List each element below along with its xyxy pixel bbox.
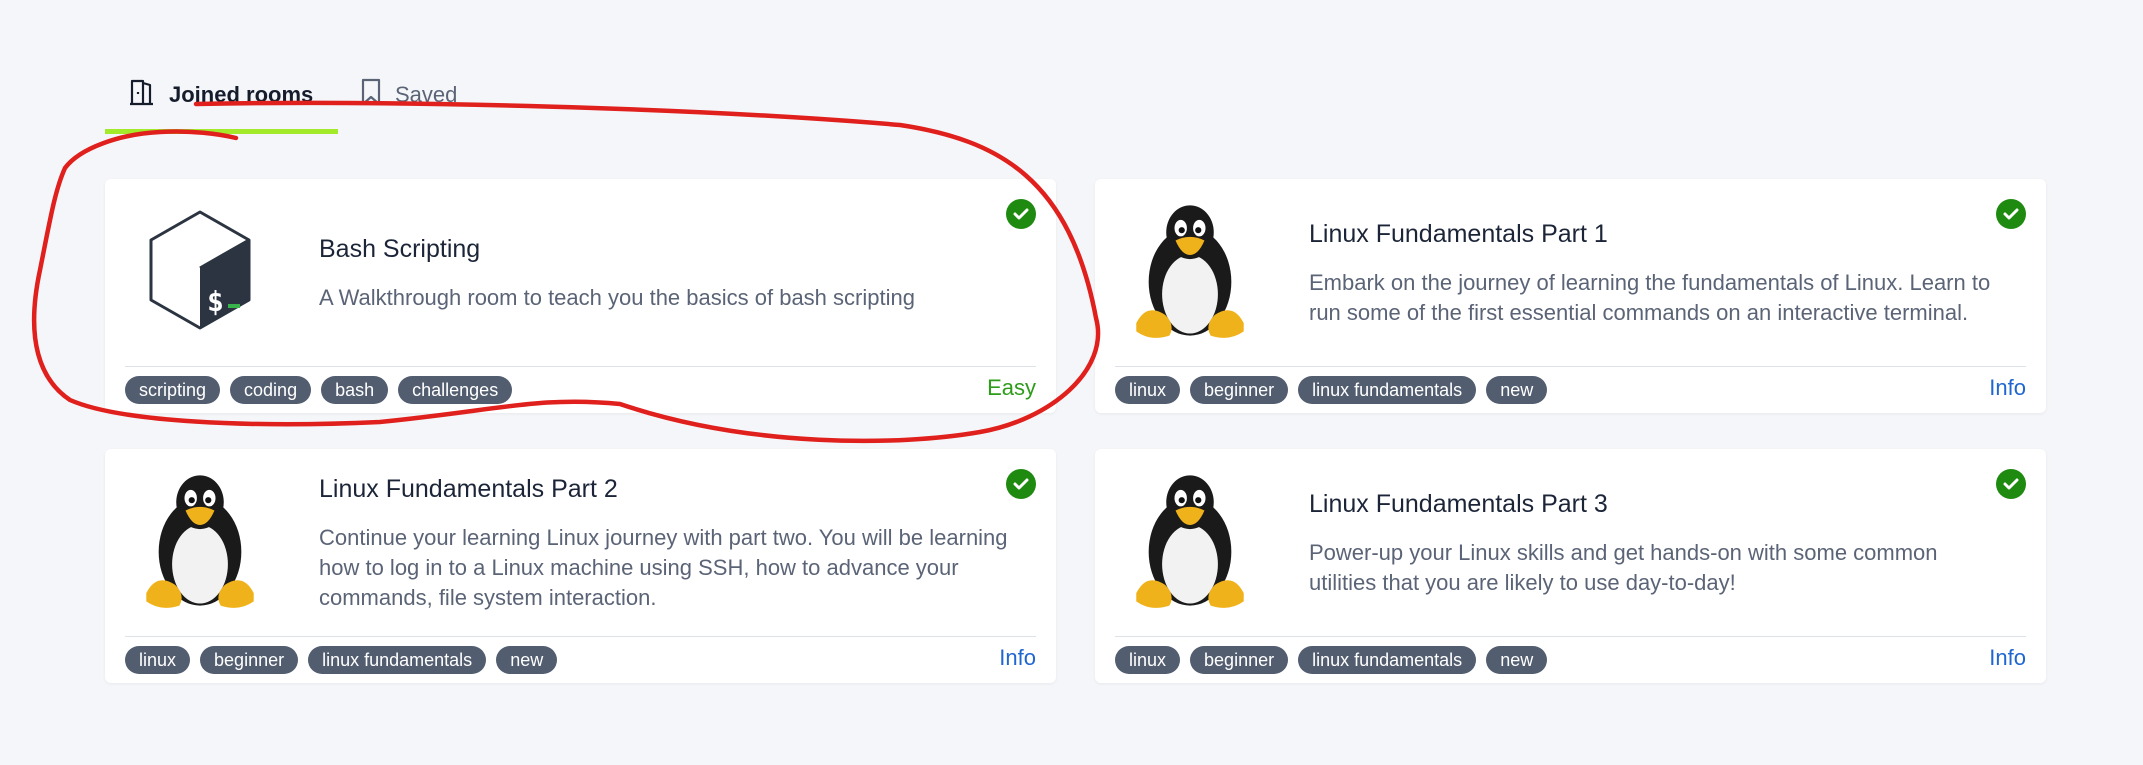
svg-text:$: $ [207, 285, 224, 318]
card-divider [125, 636, 1036, 637]
tag[interactable]: challenges [398, 376, 513, 404]
active-tab-indicator [105, 129, 338, 134]
room-description: Continue your learning Linux journey wit… [319, 525, 1008, 610]
room-description: Embark on the journey of learning the fu… [1309, 270, 1991, 325]
room-tags: linux beginner linux fundamentals new [1115, 646, 1548, 674]
tab-joined-rooms[interactable]: Joined rooms [129, 78, 313, 112]
room-title[interactable]: Linux Fundamentals Part 3 [1309, 490, 1608, 519]
info-link[interactable]: Info [999, 645, 1036, 671]
tux-penguin-icon [1115, 469, 1265, 614]
room-tabs: Joined rooms Saved [105, 0, 565, 134]
tag[interactable]: linux fundamentals [308, 646, 487, 674]
completed-check-icon [1006, 469, 1036, 499]
tag[interactable]: beginner [1190, 376, 1289, 404]
tag[interactable]: linux [1115, 646, 1181, 674]
room-description: Power-up your Linux skills and get hands… [1309, 540, 1938, 595]
tag[interactable]: linux fundamentals [1298, 376, 1477, 404]
info-link[interactable]: Info [1989, 375, 2026, 401]
tab-label: Saved [395, 82, 458, 107]
door-icon [129, 78, 155, 112]
difficulty-label: Easy [987, 375, 1036, 400]
tag[interactable]: linux fundamentals [1298, 646, 1477, 674]
room-card-linux-fundamentals-2[interactable]: Linux Fundamentals Part 2 Continue your … [105, 449, 1056, 683]
room-card-linux-fundamentals-1[interactable]: Linux Fundamentals Part 1 Embark on the … [1095, 179, 2046, 413]
bookmark-icon [361, 78, 381, 112]
room-title[interactable]: Bash Scripting [319, 235, 480, 264]
completed-check-icon [1996, 199, 2026, 229]
tag[interactable]: linux [1115, 376, 1181, 404]
tux-penguin-icon [125, 469, 275, 614]
card-divider [1115, 636, 2026, 637]
tag[interactable]: linux [125, 646, 191, 674]
tux-penguin-icon [1115, 199, 1265, 344]
room-tags: linux beginner linux fundamentals new [1115, 376, 1548, 404]
tag[interactable]: coding [230, 376, 312, 404]
room-tags: linux beginner linux fundamentals new [125, 646, 558, 674]
tag[interactable]: bash [321, 376, 389, 404]
tag[interactable]: beginner [1190, 646, 1289, 674]
tag[interactable]: scripting [125, 376, 221, 404]
bash-logo-icon: $ [125, 205, 275, 335]
tag[interactable]: new [1486, 376, 1548, 404]
completed-check-icon [1006, 199, 1036, 229]
room-title[interactable]: Linux Fundamentals Part 2 [319, 475, 618, 504]
completed-check-icon [1996, 469, 2026, 499]
info-link[interactable]: Info [1989, 645, 2026, 671]
room-card-linux-fundamentals-3[interactable]: Linux Fundamentals Part 3 Power-up your … [1095, 449, 2046, 683]
card-divider [125, 366, 1036, 367]
room-description: A Walkthrough room to teach you the basi… [319, 285, 915, 310]
tab-label: Joined rooms [169, 82, 314, 107]
tag[interactable]: new [1486, 646, 1548, 674]
tag[interactable]: new [496, 646, 558, 674]
room-card-bash-scripting[interactable]: $ Bash Scripting A Walkthrough room to t… [105, 179, 1056, 413]
room-title[interactable]: Linux Fundamentals Part 1 [1309, 220, 1608, 249]
tag[interactable]: beginner [200, 646, 299, 674]
tab-saved[interactable]: Saved [361, 78, 457, 112]
room-tags: scripting coding bash challenges [125, 376, 513, 404]
card-divider [1115, 366, 2026, 367]
